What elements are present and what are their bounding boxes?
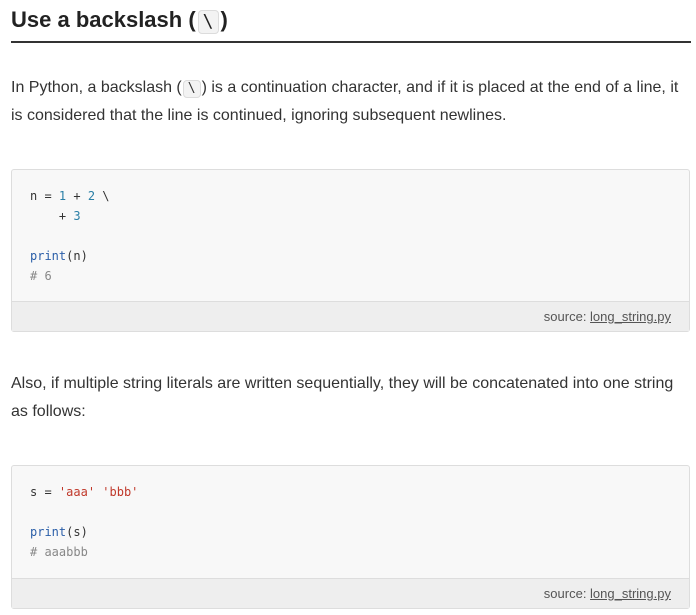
code-block-backslash: n = 1 + 2 \ + 3 print(n) # 6 source: long_…: [11, 169, 690, 332]
source-bar: source: long_string.py: [12, 578, 689, 608]
article: Use a backslash (\) In Python, a backsla…: [11, 0, 691, 609]
code-comment: # aaabbb: [30, 545, 88, 559]
code-line: s = 'aaa' 'bbb': [30, 482, 671, 502]
code-token: +: [66, 189, 88, 203]
heading-inline-code: \: [197, 10, 219, 34]
code-line: n = 1 + 2 \: [30, 186, 671, 206]
code-content: n = 1 + 2 \ + 3 print(n) # 6: [12, 170, 689, 286]
source-file-link[interactable]: long_string.py: [590, 309, 671, 324]
source-file-link[interactable]: long_string.py: [590, 586, 671, 601]
code-token: +: [30, 209, 74, 223]
code-token-number: 3: [73, 209, 81, 223]
source-label: source:: [543, 309, 591, 324]
paragraph-concatenation: Also, if multiple string literals are wr…: [11, 375, 674, 420]
code-token-string: 'bbb': [102, 485, 139, 499]
code-token-function: print: [30, 249, 67, 263]
code-block-concatenation: s = 'aaa' 'bbb' print(s) # aaabbb source: …: [11, 465, 690, 609]
code-token: (s): [66, 525, 88, 539]
paragraph1-inline-code: \: [182, 80, 201, 98]
code-token: =: [37, 189, 59, 203]
code-token-string: 'aaa': [58, 485, 96, 499]
paragraph1-text-before: In Python, a backslash (: [11, 79, 182, 96]
section-heading: Use a backslash (\): [11, 0, 691, 43]
heading-text-after: ): [220, 7, 228, 32]
heading-text-before: Use a backslash (: [11, 7, 196, 32]
code-content: s = 'aaa' 'bbb' print(s) # aaabbb: [12, 466, 689, 563]
paragraph-backslash: In Python, a backslash (\) is a continua…: [11, 74, 691, 130]
code-comment: # 6: [30, 269, 52, 283]
source-bar: source: long_string.py: [12, 301, 689, 331]
code-token: \: [95, 189, 110, 203]
code-line: + 3: [30, 206, 671, 226]
code-line: print(n): [30, 246, 671, 266]
code-token-number: 2: [87, 189, 96, 203]
code-token-function: print: [30, 525, 67, 539]
code-line: print(s): [30, 522, 671, 542]
code-token: (n): [66, 249, 88, 263]
code-token: =: [37, 485, 59, 499]
source-label: source:: [543, 586, 591, 601]
